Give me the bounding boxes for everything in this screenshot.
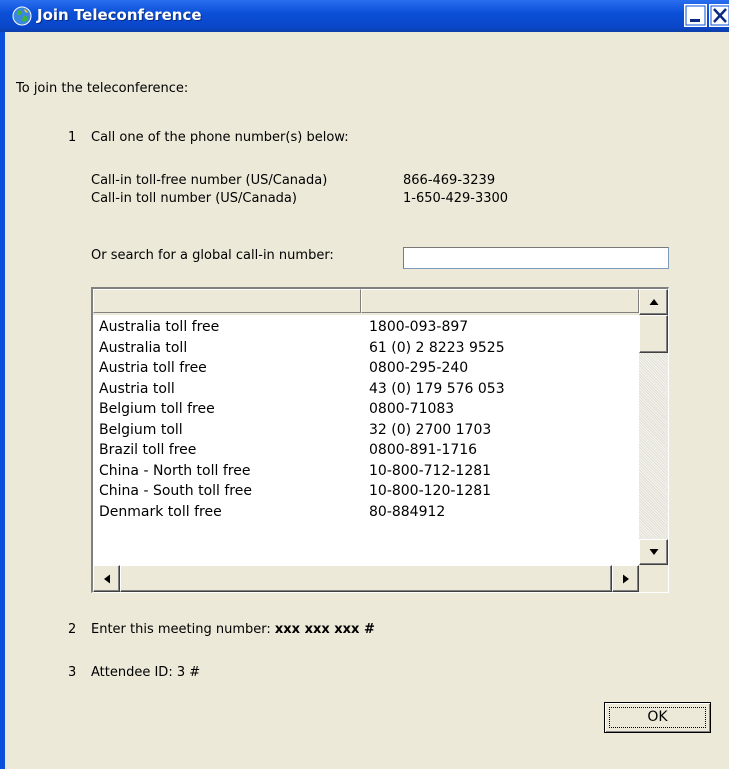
ok-label: OK: [647, 709, 668, 725]
country-cell: China - North toll free: [99, 462, 251, 479]
list-item[interactable]: Belgium toll free 0800-71083: [93, 397, 639, 418]
column-header-number[interactable]: [361, 289, 639, 313]
scrollbar-corner: [639, 565, 668, 592]
ok-button[interactable]: OK: [604, 702, 711, 733]
number-cell: 10-800-120-1281: [369, 483, 492, 499]
scroll-left-button[interactable]: [93, 565, 120, 592]
step-3-number: 3: [68, 665, 77, 680]
dialog-body: To join the teleconference: 1 Call one o…: [5, 32, 729, 769]
intro-text: To join the teleconference:: [16, 81, 189, 96]
scroll-right-button[interactable]: [612, 565, 639, 592]
list-item[interactable]: Brazil toll free 0800-891-1716: [93, 438, 639, 459]
step-2-text: Enter this meeting number:: [91, 622, 271, 637]
number-cell: 1800-093-897: [369, 319, 469, 335]
arrow-down-icon: [649, 549, 658, 555]
list-item[interactable]: Austria toll free 0800-295-240: [93, 356, 639, 377]
step-1-number: 1: [68, 130, 77, 145]
list-item[interactable]: Austria toll 43 (0) 179 576 053: [93, 377, 639, 398]
toll-number: 1-650-429-3300: [403, 191, 509, 206]
scroll-up-button[interactable]: [639, 289, 668, 315]
list-item[interactable]: China - North toll free 10-800-712-1281: [93, 459, 639, 480]
number-cell: 80-884912: [369, 503, 446, 520]
toll-free-label: Call-in toll-free number (US/Canada): [91, 173, 328, 188]
global-number-search-input[interactable]: [403, 247, 669, 269]
horizontal-scroll-thumb[interactable]: [120, 565, 612, 592]
vertical-scrollbar[interactable]: [639, 289, 668, 565]
attendee-id: Attendee ID: 3 #: [91, 665, 201, 680]
arrow-left-icon: [103, 574, 110, 583]
country-cell: China - South toll free: [99, 483, 252, 499]
number-cell: 0800-891-1716: [369, 442, 478, 458]
column-header-country[interactable]: [93, 289, 361, 313]
list-item[interactable]: Belgium toll 32 (0) 2700 1703: [93, 418, 639, 439]
list-item[interactable]: Denmark toll free 80-884912: [93, 500, 639, 521]
step-2-number: 2: [68, 622, 77, 637]
vertical-scroll-thumb[interactable]: [639, 315, 668, 353]
close-button[interactable]: [709, 4, 729, 27]
arrow-right-icon: [622, 574, 629, 583]
list-header: [93, 289, 639, 315]
window-title: Join Teleconference: [37, 6, 202, 24]
toll-free-number: 866-469-3239: [403, 173, 496, 188]
list-rows: Australia toll free 1800-093-897 Australi…: [93, 315, 639, 565]
country-cell: Brazil toll free: [99, 442, 197, 458]
country-cell: Austria toll free: [99, 360, 207, 376]
scroll-down-button[interactable]: [639, 539, 668, 565]
toll-label: Call-in toll number (US/Canada): [91, 191, 297, 206]
number-cell: 10-800-712-1281: [369, 462, 492, 479]
call-in-number-list[interactable]: Australia toll free 1800-093-897 Australi…: [91, 287, 669, 593]
number-cell: 0800-295-240: [369, 360, 469, 376]
country-cell: Belgium toll free: [99, 401, 215, 417]
country-cell: Denmark toll free: [99, 503, 222, 520]
horizontal-scrollbar[interactable]: [93, 565, 639, 592]
arrow-up-icon: [649, 299, 658, 305]
number-cell: 0800-71083: [369, 401, 455, 417]
minimize-button[interactable]: [684, 4, 707, 27]
country-cell: Australia toll: [99, 339, 188, 356]
country-cell: Australia toll free: [99, 319, 220, 335]
list-item[interactable]: Australia toll free 1800-093-897: [93, 315, 639, 336]
number-cell: 61 (0) 2 8223 9525: [369, 339, 505, 356]
meeting-number: xxx xxx xxx #: [274, 622, 375, 637]
title-bar[interactable]: Join Teleconference: [0, 0, 729, 32]
number-cell: 43 (0) 179 576 053: [369, 380, 505, 397]
number-cell: 32 (0) 2700 1703: [369, 421, 492, 438]
list-item[interactable]: Australia toll 61 (0) 2 8223 9525: [93, 336, 639, 357]
list-item[interactable]: China - South toll free 10-800-120-1281: [93, 479, 639, 500]
country-cell: Austria toll: [99, 380, 175, 397]
country-cell: Belgium toll: [99, 421, 183, 438]
globe-icon: [12, 6, 32, 26]
step-1-text: Call one of the phone number(s) below:: [91, 130, 349, 145]
search-label: Or search for a global call-in number:: [91, 248, 334, 263]
